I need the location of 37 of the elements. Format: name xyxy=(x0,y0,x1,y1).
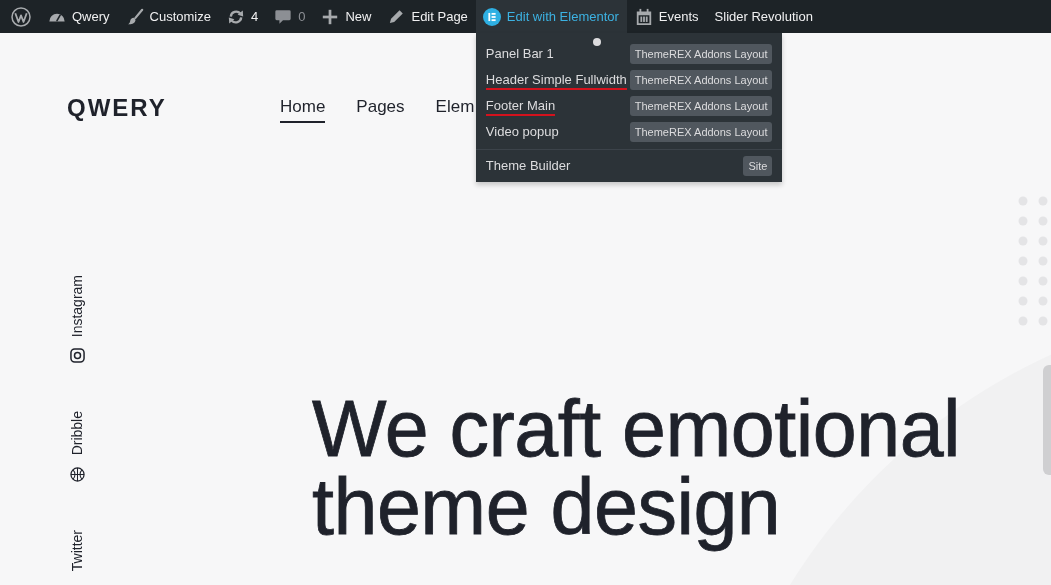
dot-icon xyxy=(592,38,601,46)
menu-item[interactable]: Header Simple Fullwidth xyxy=(485,72,627,90)
layout-type-badge: ThemeREX Addons Layout xyxy=(629,122,773,142)
social-link[interactable]: Dribble xyxy=(68,411,86,456)
nav-link[interactable]: Pages xyxy=(356,93,405,123)
site-badge: Site xyxy=(743,156,773,176)
instagram-icon[interactable] xyxy=(69,348,85,364)
menu-item[interactable]: Theme Builder xyxy=(485,158,571,176)
refresh-icon xyxy=(227,7,245,26)
customize-link[interactable]: Customize xyxy=(117,0,219,33)
nav-link[interactable]: Home xyxy=(280,93,326,123)
site-name-link[interactable]: Qwery xyxy=(40,0,118,33)
ball-icon[interactable] xyxy=(69,466,85,482)
edit-page-link[interactable]: Edit Page xyxy=(379,0,476,33)
speech-bubble-icon xyxy=(274,7,293,26)
menu-item[interactable]: Video popup xyxy=(485,124,559,142)
plus-icon xyxy=(321,7,340,26)
social-link[interactable]: Instagram xyxy=(68,275,86,338)
menu-item[interactable]: Panel Bar 1 xyxy=(485,46,554,64)
site-logo[interactable]: QWERY xyxy=(67,94,167,122)
layout-type-badge: ThemeREX Addons Layout xyxy=(629,70,773,90)
pencil-icon xyxy=(387,7,406,26)
social-link[interactable]: Twitter xyxy=(68,529,86,571)
calendar-icon xyxy=(634,7,653,26)
toolbar-link[interactable]: Slider Revolution xyxy=(706,0,821,33)
new-content-link[interactable]: New xyxy=(313,0,380,33)
layout-type-badge: ThemeREX Addons Layout xyxy=(629,44,773,64)
wordpress-logo-icon[interactable] xyxy=(11,6,31,27)
events-link[interactable]: Events xyxy=(626,0,707,33)
hero-heading: We craft emotional theme design xyxy=(312,384,962,553)
updates-link[interactable]: 4 xyxy=(219,0,267,33)
edit-with-elementor-link[interactable]: Edit with Elementor xyxy=(475,0,627,33)
elementor-logo-icon xyxy=(482,7,501,26)
menu-item[interactable]: Footer Main xyxy=(485,98,556,116)
layout-type-badge: ThemeREX Addons Layout xyxy=(629,96,773,116)
comments-link[interactable]: 0 xyxy=(266,0,314,33)
nav-link[interactable]: Elem xyxy=(435,93,475,123)
